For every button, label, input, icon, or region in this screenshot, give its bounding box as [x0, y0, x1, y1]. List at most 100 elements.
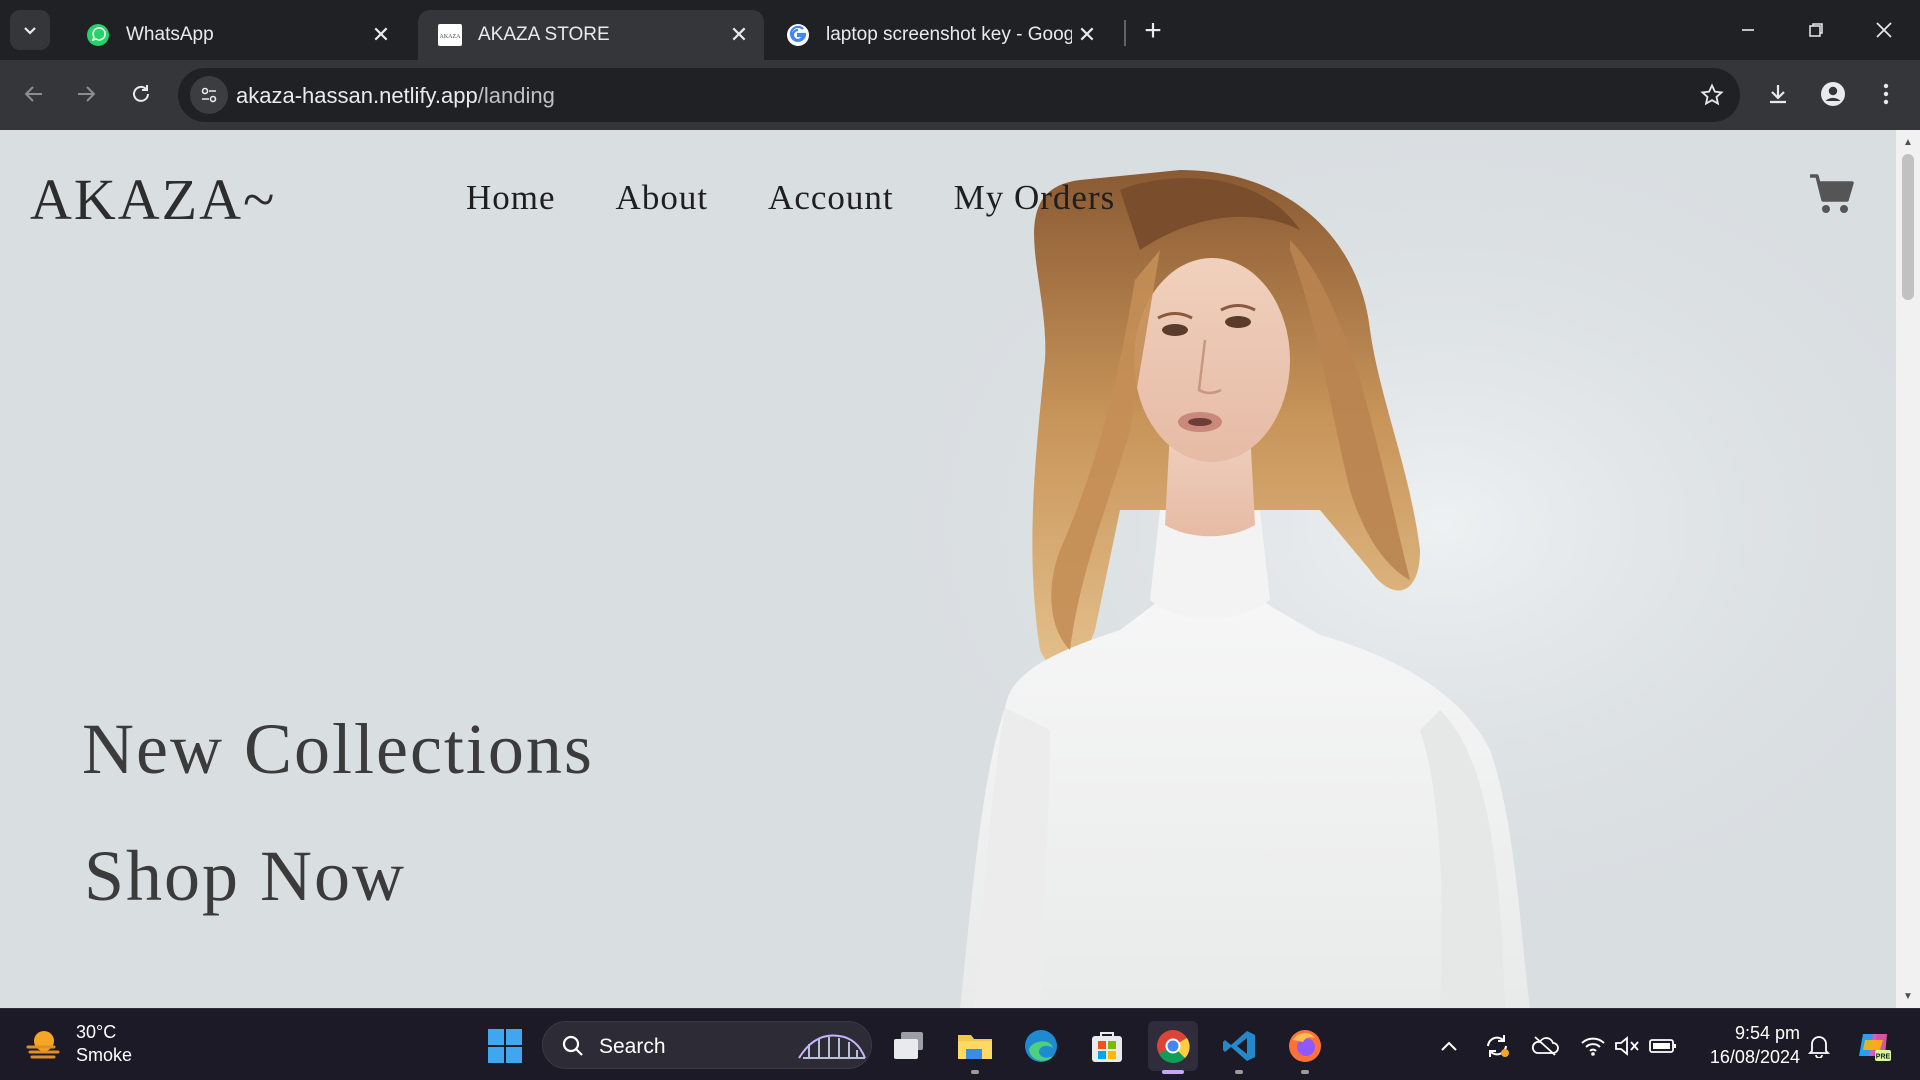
nav-account[interactable]: Account [768, 178, 894, 218]
svg-text:AKAZA: AKAZA [440, 34, 462, 40]
menu-button[interactable] [1866, 74, 1906, 114]
sync-icon [1487, 1035, 1509, 1057]
microsoft-store-button[interactable] [1082, 1021, 1132, 1071]
volume-tray[interactable] [1612, 1031, 1642, 1061]
bell-icon [1808, 1036, 1830, 1058]
clock-date: 16/08/2024 [1709, 1047, 1800, 1067]
weather-text: 30°C Smoke [76, 1021, 132, 1067]
tab-title: AKAZA STORE [478, 24, 610, 45]
windows-taskbar: 30°C Smoke Search 9:54 pm 16/08/2024 PRE [0, 1008, 1920, 1080]
task-view-button[interactable] [884, 1021, 934, 1071]
kebab-menu-icon [1883, 83, 1889, 105]
weather-desc: Smoke [76, 1045, 133, 1065]
main-nav: Home About Account My Orders [466, 178, 1175, 218]
url-text: akaza-hassan.netlify.app/landing [236, 83, 555, 109]
scrollbar-thumb[interactable] [1902, 154, 1914, 300]
forward-button[interactable] [66, 74, 106, 114]
active-indicator [1162, 1070, 1184, 1074]
site-info-icon[interactable] [190, 76, 228, 114]
search-highlight-icon [798, 1034, 866, 1059]
taskbar-search[interactable]: Search [542, 1021, 872, 1069]
start-button[interactable] [480, 1021, 530, 1071]
clock[interactable]: 9:54 pm 16/08/2024 [1696, 1021, 1800, 1069]
firefox-button[interactable] [1280, 1021, 1330, 1074]
akaza-favicon: AKAZA [438, 23, 462, 47]
tab-search-button[interactable] [10, 10, 50, 50]
clock-time: 9:54 pm [1734, 1023, 1800, 1043]
address-bar[interactable]: akaza-hassan.netlify.app/landing [178, 68, 1740, 122]
nav-home[interactable]: Home [466, 178, 556, 218]
whatsapp-icon [86, 23, 110, 47]
new-tab-button[interactable]: + [1136, 14, 1170, 48]
folder-icon [958, 1035, 992, 1059]
cart-button[interactable] [1808, 170, 1854, 216]
tab-separator [1124, 20, 1126, 46]
hero-title: New Collections [82, 709, 594, 789]
bookmark-star-icon[interactable] [1698, 81, 1726, 109]
url-host: akaza-hassan.netlify.app [236, 83, 478, 108]
search-icon [562, 1035, 583, 1056]
downloads-button[interactable] [1758, 74, 1798, 114]
copilot-button[interactable]: PRE [1854, 1025, 1894, 1065]
nav-my-orders[interactable]: My Orders [954, 178, 1116, 218]
google-icon [786, 23, 810, 47]
windows-logo-icon [488, 1029, 522, 1063]
running-indicator [1301, 1070, 1309, 1074]
page-viewport: AKAZA~ Home About Account My Orders New … [0, 130, 1896, 1008]
vscode-button[interactable] [1214, 1021, 1264, 1074]
profile-button[interactable] [1813, 74, 1853, 114]
url-path: /landing [477, 83, 555, 108]
close-icon [1876, 22, 1892, 38]
onedrive-tray[interactable] [1530, 1031, 1560, 1061]
cloud-offline-icon [1531, 1036, 1559, 1056]
close-tab-icon[interactable]: ✕ [1072, 20, 1102, 50]
arrow-left-icon [24, 86, 42, 102]
download-icon [1770, 85, 1786, 104]
arrow-right-icon [78, 86, 96, 102]
tab-strip: WhatsApp ✕ AKAZA AKAZA STORE ✕ laptop sc… [0, 0, 1920, 60]
edge-button[interactable] [1016, 1021, 1066, 1071]
browser-toolbar: akaza-hassan.netlify.app/landing [0, 60, 1920, 130]
cart-icon [1810, 174, 1854, 213]
site-logo[interactable]: AKAZA~ [30, 166, 276, 233]
show-hidden-icons[interactable] [1434, 1031, 1464, 1061]
task-view-icon [894, 1032, 923, 1059]
shop-now-link[interactable]: Shop Now [84, 835, 406, 918]
firefox-icon [1289, 1030, 1321, 1062]
back-button[interactable] [14, 74, 54, 114]
restore-button[interactable] [1782, 0, 1850, 60]
chrome-icon [1157, 1030, 1190, 1063]
close-tab-icon[interactable]: ✕ [366, 20, 396, 50]
close-window-button[interactable] [1850, 0, 1918, 60]
tab-title: WhatsApp [126, 24, 214, 45]
copilot-icon: PRE [1859, 1034, 1891, 1061]
wifi-tray[interactable] [1578, 1031, 1608, 1061]
running-indicator [971, 1070, 979, 1074]
tab-google-search[interactable]: laptop screenshot key - Google ✕ [766, 10, 1112, 60]
scroll-down-icon[interactable]: ▼ [1896, 986, 1920, 1006]
nav-about[interactable]: About [616, 178, 709, 218]
volume-muted-icon [1615, 1036, 1639, 1056]
scroll-up-icon[interactable]: ▲ [1896, 132, 1920, 152]
search-label: Search [599, 1035, 666, 1058]
tab-title: laptop screenshot key - Google [826, 24, 1072, 45]
profile-icon [1821, 82, 1845, 106]
vscode-icon [1223, 1031, 1255, 1061]
wifi-icon [1581, 1037, 1605, 1056]
file-explorer-button[interactable] [950, 1021, 1000, 1074]
microsoft-store-icon [1092, 1032, 1122, 1062]
notifications-button[interactable] [1804, 1031, 1834, 1061]
smoke-weather-icon [26, 1031, 60, 1059]
running-indicator [1235, 1070, 1243, 1074]
chrome-button[interactable] [1148, 1021, 1198, 1074]
weather-widget[interactable]: 30°C Smoke [24, 1021, 132, 1067]
tab-akaza-store[interactable]: AKAZA AKAZA STORE ✕ [418, 10, 764, 60]
sync-tray[interactable] [1482, 1031, 1512, 1061]
battery-tray[interactable] [1648, 1031, 1678, 1061]
tab-whatsapp[interactable]: WhatsApp ✕ [66, 10, 406, 60]
minimize-button[interactable] [1714, 0, 1782, 60]
page-scrollbar[interactable]: ▲ ▼ [1896, 130, 1920, 1008]
close-tab-icon[interactable]: ✕ [724, 20, 754, 50]
reload-button[interactable] [121, 74, 161, 114]
weather-temp: 30°C [76, 1022, 117, 1042]
